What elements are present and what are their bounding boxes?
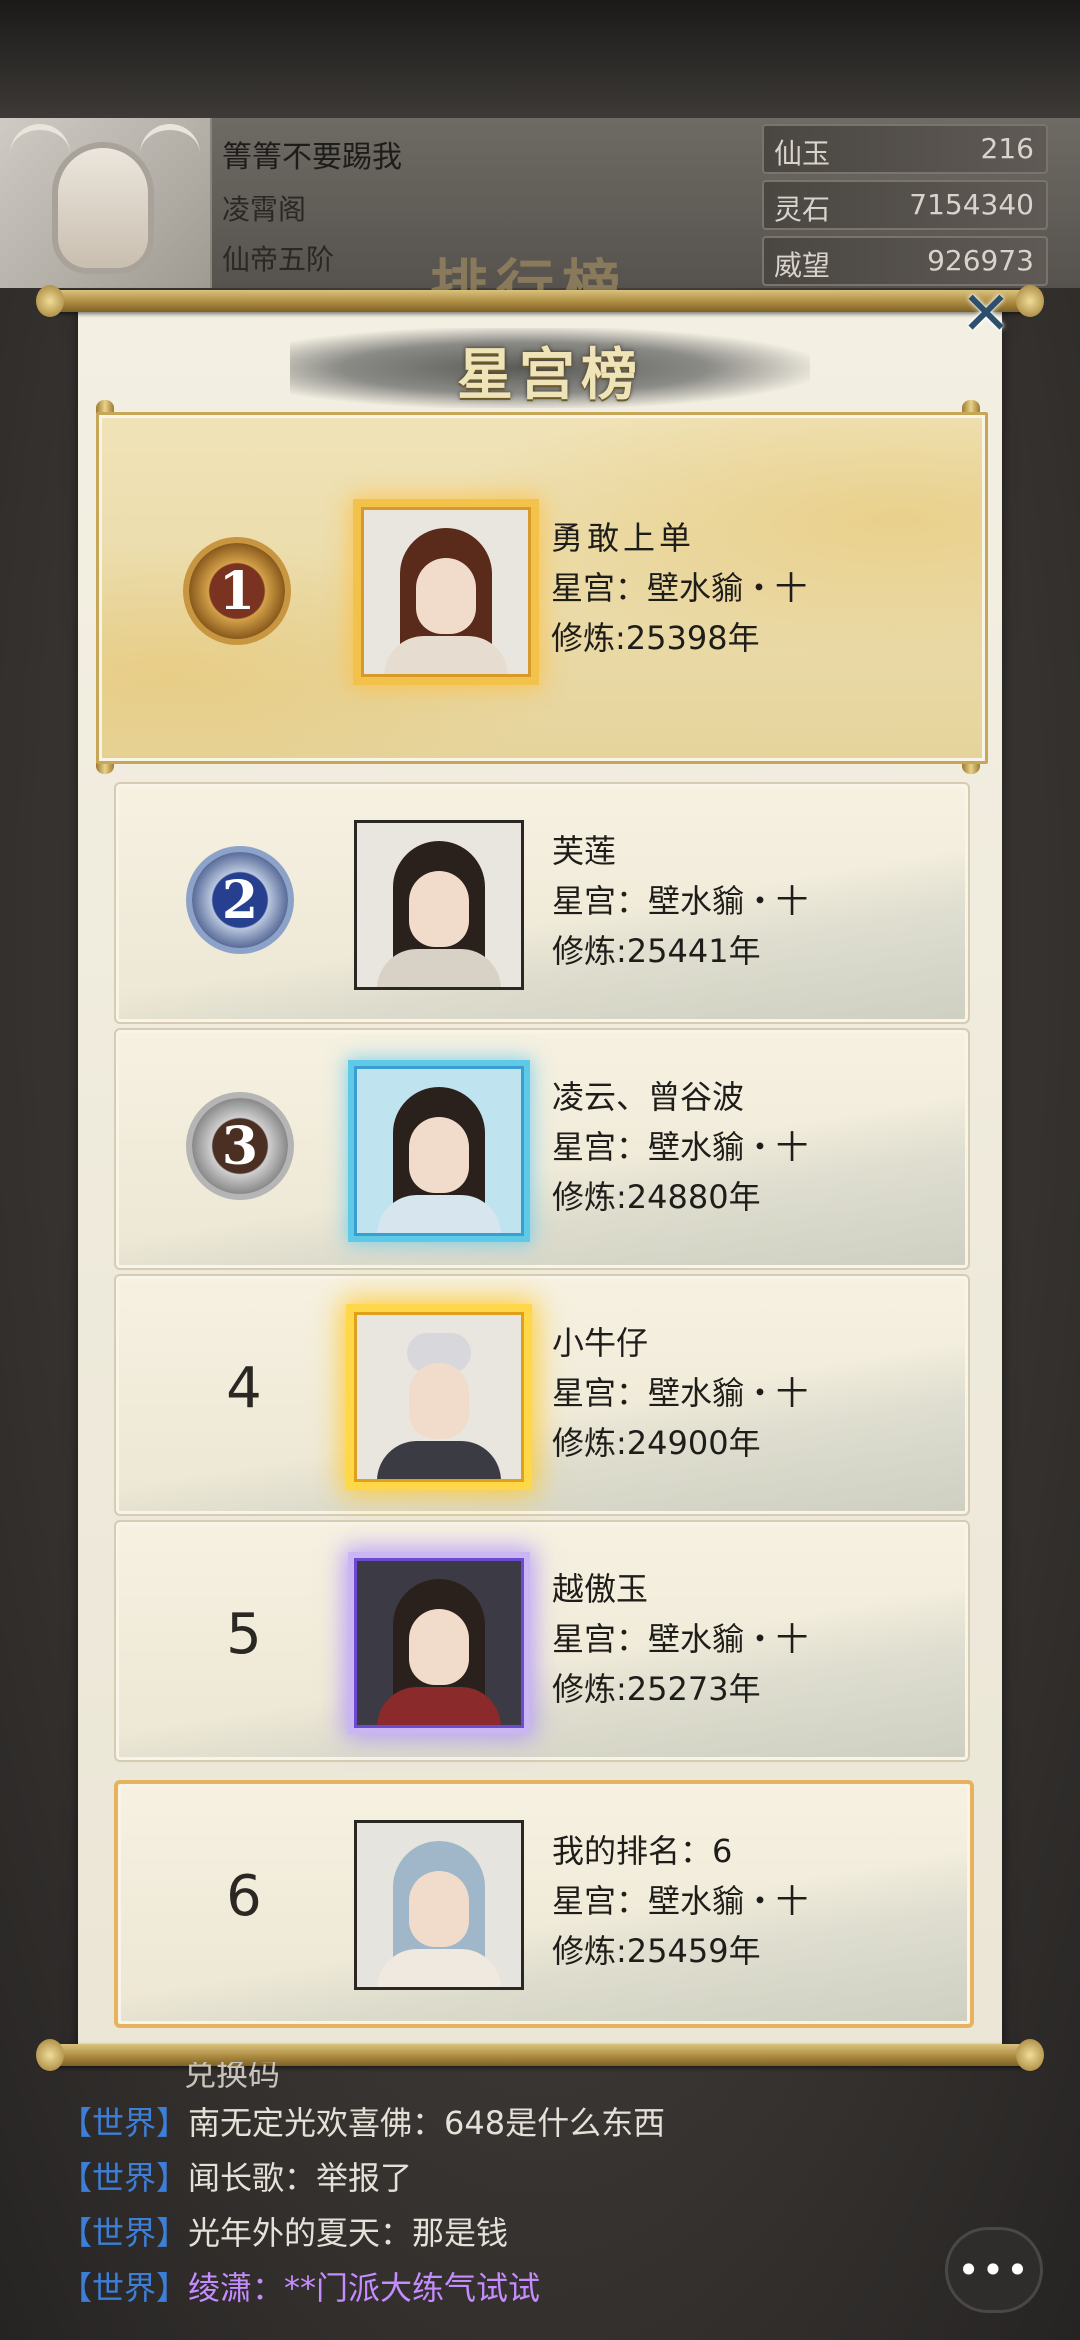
portrait-robe	[377, 1687, 501, 1725]
cultivation-years: 修炼:25459年	[552, 1932, 761, 1970]
star-palace: 星宫：壁水貐・十	[552, 1374, 809, 1412]
portrait-face	[409, 1363, 469, 1439]
cultivation-years: 修炼:24900年	[552, 1424, 761, 1462]
player-name: 芙莲	[552, 832, 617, 870]
chat-channel-tag: 【世界】	[60, 2214, 189, 2252]
resource-label: 灵石	[774, 193, 831, 226]
chat-message: 【世界】光年外的夏天：那是钱	[60, 2206, 960, 2261]
scroll-rod-top	[36, 285, 1044, 317]
rank-info: 小牛仔 星宫：壁水貐・十 修炼:24900年	[552, 1318, 808, 1468]
rank-info: 我的排名：6 星宫：壁水貐・十 修炼:25459年	[552, 1826, 808, 1976]
gold-medal-icon: 1	[189, 543, 285, 639]
star-palace: 星宫：壁水貐・十	[552, 1882, 809, 1920]
resource-label: 仙玉	[774, 137, 831, 170]
chat-button[interactable]: •••	[948, 2230, 1040, 2310]
rank-number: 5	[226, 1602, 262, 1667]
rank-info: 凌云、曾谷波 星宫：壁水貐・十 修炼:24880年	[552, 1072, 808, 1222]
player-sect: 凌霄阁	[222, 193, 307, 226]
player-name: 凌云、曾谷波	[552, 1078, 745, 1116]
portrait-face	[409, 1117, 469, 1193]
avatar[interactable]	[361, 507, 531, 677]
avatar[interactable]	[354, 1066, 524, 1236]
player-avatar[interactable]	[0, 118, 212, 288]
antler-decoration	[140, 124, 200, 170]
avatar[interactable]	[354, 1312, 524, 1482]
player-name: 越傲玉	[552, 1570, 649, 1608]
chat-partial-line: 兑换码	[184, 2062, 281, 2093]
player-name: 小牛仔	[552, 1324, 649, 1362]
chat-message: 【世界】南无定光欢喜佛：648是什么东西	[60, 2096, 960, 2151]
blue-medal-icon: 2	[192, 852, 288, 948]
avatar[interactable]	[354, 820, 524, 990]
star-palace: 星宫：壁水貐・十	[552, 1128, 809, 1166]
avatar[interactable]	[354, 1820, 524, 1990]
rank-card-4[interactable]: 4 小牛仔 星宫：壁水貐・十 修炼:24900年	[114, 1274, 970, 1516]
cultivation-years: 修炼:25273年	[552, 1670, 761, 1708]
rank-number: 6	[226, 1864, 262, 1929]
chat-message: 【世界】绫潇：**门派大练气试试	[60, 2261, 960, 2316]
portrait-face	[409, 871, 469, 947]
chat-channel-tag: 【世界】	[60, 2159, 189, 2197]
portrait-robe	[377, 1195, 501, 1233]
modal-title: 星宫榜	[457, 342, 643, 408]
my-rank-card[interactable]: 6 我的排名：6 星宫：壁水貐・十 修炼:25459年	[114, 1780, 974, 2028]
portrait-face	[409, 1871, 469, 1947]
avatar-face	[58, 148, 148, 268]
star-palace: 星宫：壁水貐・十	[552, 882, 809, 920]
chat-text: 光年外的夏天：那是钱	[188, 2214, 509, 2252]
cultivation-years: 修炼:25398年	[551, 619, 760, 657]
antler-decoration	[10, 124, 70, 170]
chat-text: 闻长歌：举报了	[188, 2159, 413, 2197]
star-palace: 星宫：壁水貐・十	[552, 1620, 809, 1658]
rank-info: 芙莲 星宫：壁水貐・十 修炼:25441年	[552, 826, 808, 976]
resource-lingshi: 灵石 7154340	[762, 180, 1048, 230]
rank-card-3[interactable]: 3 凌云、曾谷波 星宫：壁水貐・十 修炼:24880年	[114, 1028, 970, 1270]
close-button[interactable]: ✕	[956, 284, 1016, 344]
rank-info: 越傲玉 星宫：壁水貐・十 修炼:25273年	[552, 1564, 808, 1714]
portrait-robe	[384, 636, 508, 674]
world-chat[interactable]: 兑换码 【世界】南无定光欢喜佛：648是什么东西 【世界】闻长歌：举报了 【世界…	[60, 2062, 960, 2316]
resource-value: 7154340	[909, 188, 1034, 221]
rank-info: 勇敢上单 星宫：壁水貐・十 修炼:25398年	[551, 513, 807, 663]
resource-label: 威望	[774, 249, 831, 282]
star-palace: 星宫：壁水貐・十	[551, 569, 808, 607]
portrait-robe	[377, 1441, 501, 1479]
cultivation-years: 修炼:24880年	[552, 1178, 761, 1216]
portrait-robe	[377, 1949, 501, 1987]
player-name: 箐箐不要踢我	[222, 140, 402, 175]
chat-text: 南无定光欢喜佛：648是什么东西	[188, 2104, 666, 2142]
resource-value: 926973	[927, 244, 1034, 277]
rank-card-5[interactable]: 5 越傲玉 星宫：壁水貐・十 修炼:25273年	[114, 1520, 970, 1762]
avatar[interactable]	[354, 1558, 524, 1728]
cultivation-years: 修炼:25441年	[552, 932, 761, 970]
my-rank-label: 我的排名：6	[552, 1832, 733, 1870]
resource-value: 216	[980, 132, 1034, 165]
chat-text: 绫潇：**门派大练气试试	[188, 2269, 541, 2307]
silver-medal-icon: 3	[192, 1098, 288, 1194]
player-name: 勇敢上单	[551, 519, 696, 557]
rank-card-2[interactable]: 2 芙莲 星宫：壁水貐・十 修炼:25441年	[114, 782, 970, 1024]
portrait-face	[409, 1609, 469, 1685]
close-icon: ✕	[960, 279, 1012, 349]
portrait-robe	[377, 949, 501, 987]
chat-channel-tag: 【世界】	[60, 2269, 189, 2307]
chat-channel-tag: 【世界】	[60, 2104, 189, 2142]
chat-message: 【世界】闻长歌：举报了	[60, 2151, 960, 2206]
rank-number: 4	[226, 1356, 262, 1421]
player-realm: 仙帝五阶	[222, 243, 335, 276]
chat-bubble-icon: •••	[957, 2248, 1031, 2292]
status-bar-area	[0, 0, 1080, 120]
resource-xianyu: 仙玉 216	[762, 124, 1048, 174]
portrait-face	[416, 558, 476, 634]
rank-card-1[interactable]: 1 勇敢上单 星宫：壁水貐・十 修炼:25398年	[96, 412, 988, 764]
